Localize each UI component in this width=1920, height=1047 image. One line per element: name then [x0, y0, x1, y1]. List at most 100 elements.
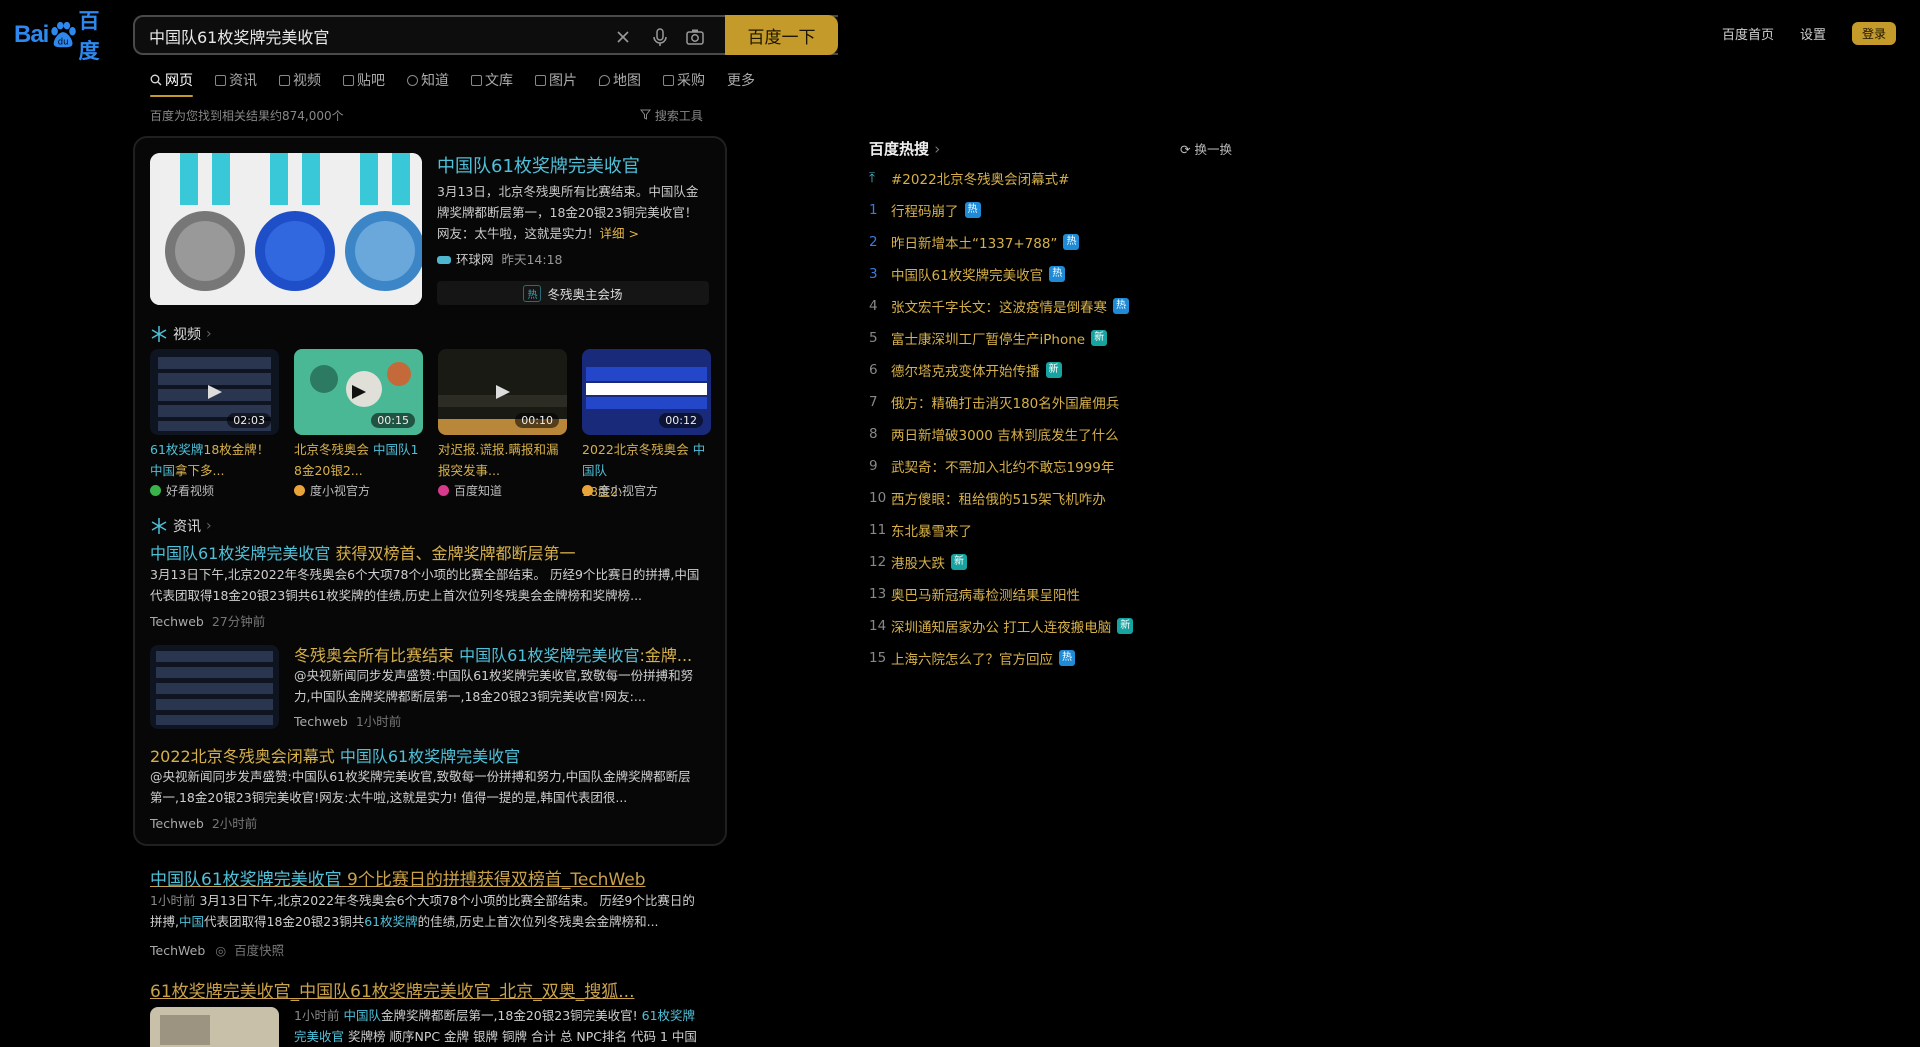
hot-search-item[interactable]: ⤒ #2022北京冬残奥会闭幕式#: [869, 168, 1069, 188]
text: 的佳绩,历史上首次位列冬残奥会金牌榜和...: [417, 914, 659, 929]
news-thumbnail[interactable]: [150, 645, 279, 729]
news-description: @央视新闻同步发声盛赞:中国队61枚奖牌完美收官,致敬每一份拼搏和努力,中国队金…: [294, 665, 714, 707]
result-time: 1小时前: [294, 1008, 340, 1023]
text: @央视新闻同步发声盛赞:中国队61枚奖牌完美收官,致敬每一份拼搏和努力,中国队金…: [150, 769, 691, 784]
tab-purchase[interactable]: 采购: [663, 67, 705, 93]
hot-rank: 15: [869, 650, 887, 666]
tab-wenku[interactable]: 文库: [471, 67, 513, 93]
refresh-button[interactable]: ⟳ 换一换: [1180, 139, 1232, 158]
snapshot-link[interactable]: 百度快照: [234, 943, 284, 958]
hot-search-item[interactable]: 10 西方傻眼：租给俄的515架飞机咋办: [869, 488, 1106, 508]
hot-search-item[interactable]: 13 奥巴马新冠病毒检测结果呈阳性: [869, 584, 1080, 604]
tab-images[interactable]: 图片: [535, 67, 577, 93]
result-thumbnail[interactable]: [150, 1007, 279, 1047]
hot-search-item[interactable]: 2 昨日新增本土“1337+788” 热: [869, 232, 1080, 252]
tab-more[interactable]: 更多: [727, 67, 755, 93]
text: 3月13日下午,北京2022年冬残奥会6个大项78个小项的比赛全部结束。 历经9…: [199, 893, 695, 908]
search-tools-button[interactable]: 搜索工具: [639, 107, 703, 124]
hot-search-item[interactable]: 4 张文宏千字长文：这波疫情是倒春寒热: [869, 296, 1129, 316]
logo-text-bai: Bai: [14, 21, 49, 48]
hot-search-title[interactable]: 百度热搜 ›: [869, 138, 940, 159]
baidu-home-link[interactable]: 百度首页: [1722, 24, 1774, 43]
video-duration: 00:10: [515, 413, 559, 428]
result-source: TechWeb ◎ 百度快照: [150, 940, 284, 959]
featured-desc-text: 3月13日，北京冬残奥所有比赛结束。中国队金牌奖牌都断层第一，18金20银23铜…: [437, 184, 699, 241]
video-thumb[interactable]: 00:15: [294, 349, 423, 435]
hot-search-item[interactable]: 5 富士康深圳工厂暂停生产iPhone 新: [869, 328, 1108, 348]
search-button[interactable]: 百度一下: [725, 15, 838, 55]
tab-news[interactable]: 资讯: [215, 67, 257, 93]
result-description: 1小时前 中国队金牌奖牌都断层第一,18金20银23铜完美收官! 61枚奖牌 完美…: [294, 1005, 714, 1047]
source-name: 百度知道: [454, 484, 503, 498]
section-heading: 视频: [173, 327, 201, 343]
hot-badge: 新: [1091, 330, 1108, 346]
tab-label: 地图: [613, 73, 641, 89]
text: :金牌...: [639, 646, 693, 665]
video-title[interactable]: 61枚奖牌18枚金牌！ 中国拿下多...: [150, 439, 285, 481]
video-source: 百度知道: [438, 482, 502, 499]
video-thumb[interactable]: 02:03: [150, 349, 279, 435]
text: 2022北京冬残奥会闭幕式: [150, 747, 340, 766]
hot-badge: 热: [1059, 650, 1075, 666]
hot-search-item[interactable]: 7 俄方：精确打击消灭180名外国雇佣兵: [869, 392, 1119, 412]
hot-search-item[interactable]: 6 德尔塔克戎变体开始传播新: [869, 360, 1062, 380]
text: 拿下多...: [175, 463, 225, 478]
news-title[interactable]: 中国队61枚奖牌完美收官 获得双榜首、金牌奖牌都断层第一: [150, 540, 575, 564]
source-time: 昨天14:18: [501, 252, 563, 267]
search-input[interactable]: [149, 25, 599, 47]
hot-search-item[interactable]: 12 港股大跌新: [869, 552, 967, 572]
clear-icon[interactable]: [613, 27, 633, 47]
highlight: 中国队61枚奖牌完美收官: [150, 870, 342, 890]
video-thumb[interactable]: 00:12: [582, 349, 711, 435]
baidu-logo[interactable]: Bai du 百度: [14, 9, 118, 63]
play-store-icon: [150, 485, 161, 496]
filter-icon: [639, 109, 652, 120]
text: 8金20银2...: [294, 463, 363, 478]
source-name: 度小视官方: [598, 484, 659, 498]
video-section-header[interactable]: 视频 ›: [150, 324, 212, 344]
hot-search-item[interactable]: 15 上海六院怎么了？官方回应热: [869, 648, 1075, 668]
hot-search-item[interactable]: 1 行程码崩了热: [869, 200, 981, 220]
login-button[interactable]: 登录: [1851, 22, 1896, 45]
hot-search-text: 奥巴马新冠病毒检测结果呈阳性: [891, 588, 1080, 604]
duxiaoshi-icon: [294, 485, 305, 496]
video-title[interactable]: 对迟报.谎报.瞒报和漏 报突发事...: [438, 439, 573, 481]
tab-web[interactable]: 网页: [150, 67, 193, 97]
video-source: 度小视官方: [582, 482, 658, 499]
featured-title[interactable]: 中国队61枚奖牌完美收官: [437, 152, 640, 178]
news-title[interactable]: 2022北京冬残奥会闭幕式 中国队61枚奖牌完美收官: [150, 743, 520, 767]
tab-zhidao[interactable]: 知道: [407, 67, 449, 93]
hot-search-item[interactable]: 3 中国队61枚奖牌完美收官热: [869, 264, 1066, 284]
highlight: 中国队61枚奖牌完美收官: [459, 646, 640, 665]
news-source: Techweb 27分钟前: [150, 611, 265, 630]
news-title[interactable]: 冬残奥会所有比赛结束 中国队61枚奖牌完美收官:金牌...: [294, 642, 692, 666]
source-name: Techweb: [150, 816, 204, 831]
result-title[interactable]: 中国队61枚奖牌完美收官 9个比赛日的拼搏获得双榜首_TechWeb: [150, 865, 646, 890]
result-title[interactable]: 61枚奖牌完美收官_中国队61枚奖牌完美收官_北京_双奥_搜狐...: [150, 977, 634, 1002]
hot-badge: 热: [1063, 234, 1080, 250]
tab-label: 知道: [421, 73, 449, 89]
settings-link[interactable]: 设置: [1800, 24, 1826, 43]
source-name: 好看视频: [166, 484, 215, 498]
hot-search-item[interactable]: 8 两日新增破3000 吉林到底发生了什么: [869, 424, 1119, 444]
tab-tieba[interactable]: 贴吧: [343, 67, 385, 93]
text: 金牌奖牌都断层第一,18金20银23铜完美收官!: [380, 1008, 642, 1023]
result-count: 百度为您找到相关结果约874,000个: [150, 109, 344, 123]
hot-search-item[interactable]: 14 深圳通知居家办公 打工人连夜搬电脑新: [869, 616, 1134, 636]
video-thumb[interactable]: 00:10: [438, 349, 567, 435]
tab-video[interactable]: 视频: [279, 67, 321, 93]
details-link[interactable]: 详细 >: [600, 226, 639, 241]
hot-rank: 14: [869, 618, 887, 634]
hot-search-item[interactable]: 11 东北暴雪来了: [869, 520, 972, 540]
microphone-icon[interactable]: [650, 27, 670, 47]
tab-map[interactable]: 地图: [599, 67, 641, 93]
video-title[interactable]: 北京冬残奥会 中国队1 8金20银2...: [294, 439, 429, 481]
medal-image[interactable]: [150, 153, 422, 305]
hot-search-item[interactable]: 9 武契奇：不需加入北约不敢忘1999年: [869, 456, 1114, 476]
camera-icon[interactable]: [685, 27, 705, 47]
hot-topic-bar[interactable]: 热冬残奥主会场: [437, 281, 709, 305]
snowflake-icon: [151, 326, 167, 342]
source-logo-icon: [437, 256, 451, 264]
top-links: 百度首页 设置 登录: [1722, 22, 1896, 45]
news-section-header[interactable]: 资讯 ›: [150, 516, 212, 536]
